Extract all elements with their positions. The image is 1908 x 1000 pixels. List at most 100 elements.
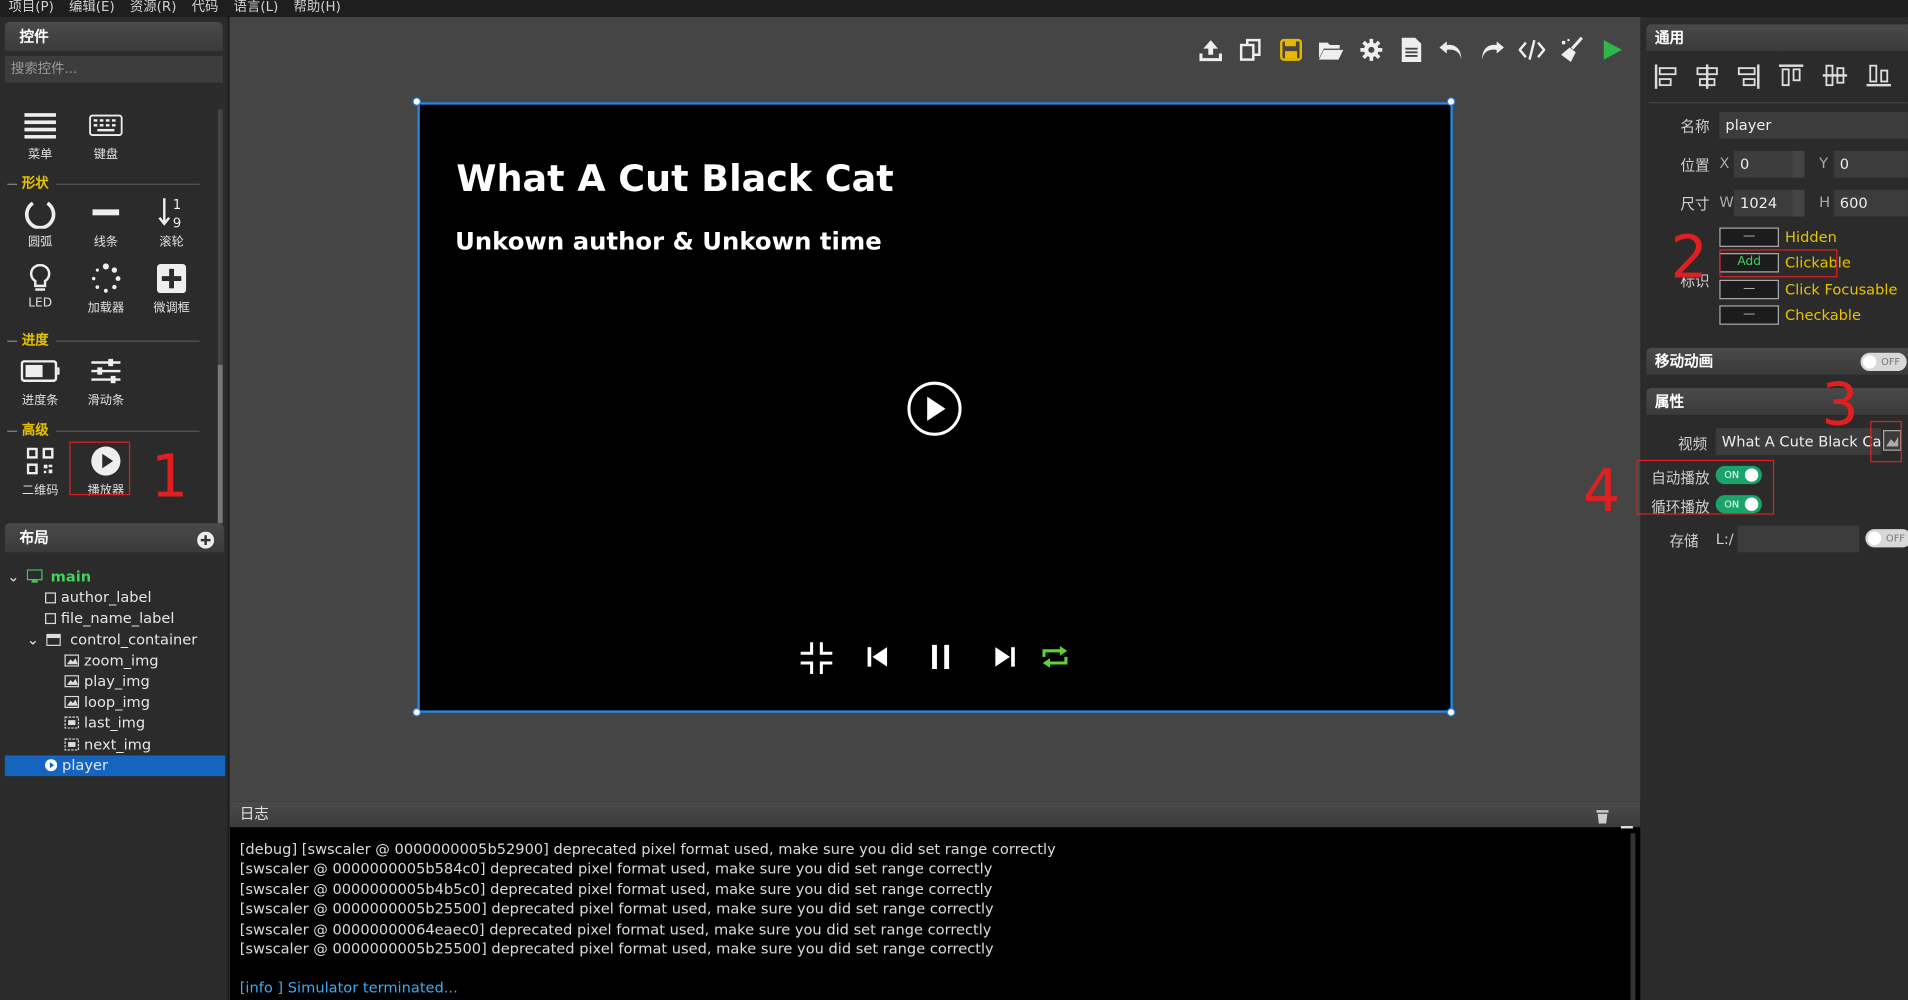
height-input[interactable]: 600 — [1833, 189, 1908, 217]
tree-item-last-img[interactable]: last_img — [5, 713, 225, 734]
widget-slider[interactable]: 滑动条 — [74, 353, 137, 408]
tree-item-author-label[interactable]: author_label — [5, 588, 225, 609]
play-circle-icon[interactable] — [907, 381, 963, 442]
align-top-icon[interactable] — [1778, 63, 1805, 95]
position-label: 位置 — [1680, 156, 1710, 174]
video-label: 视频 — [1677, 435, 1708, 453]
menu-edit[interactable]: 编辑(E) — [69, 0, 115, 15]
slider-icon — [74, 353, 137, 389]
chevron-down-icon[interactable]: ⌄ — [7, 567, 22, 588]
y-input[interactable]: 0 — [1833, 150, 1908, 178]
document-icon[interactable] — [1398, 36, 1425, 63]
widget-panel-scrollbar[interactable] — [217, 109, 223, 524]
resize-handle[interactable] — [412, 97, 422, 106]
widget-spinner[interactable]: 加载器 — [74, 260, 137, 315]
tree-item-main[interactable]: ⌄ main — [5, 567, 225, 588]
widget-menu[interactable]: 菜单 — [9, 107, 72, 162]
widget-label: LED — [28, 296, 53, 311]
clean-icon[interactable] — [1559, 36, 1586, 63]
width-input[interactable]: 1024 — [1733, 189, 1798, 217]
copy-icon[interactable] — [1237, 36, 1264, 63]
previous-icon[interactable] — [866, 646, 888, 673]
zoom-collapse-icon[interactable] — [799, 641, 833, 680]
log-scrollbar[interactable] — [1630, 833, 1636, 1000]
menu-resource[interactable]: 资源(R) — [130, 0, 177, 15]
run-icon[interactable] — [1599, 36, 1626, 63]
widget-roller[interactable]: 19 滚轮 — [140, 195, 203, 250]
menu-language[interactable]: 语言(L) — [234, 0, 279, 15]
player-widget[interactable]: What A Cut Black Cat Unkown author & Unk… — [417, 102, 1453, 713]
widget-arc[interactable]: 圆弧 — [9, 195, 72, 249]
pause-icon[interactable] — [931, 644, 950, 674]
folder-open-icon[interactable] — [1318, 36, 1345, 63]
add-layout-icon[interactable] — [197, 529, 215, 558]
log-panel-header: 日志 — [229, 801, 1641, 829]
align-bottom-icon[interactable] — [1865, 63, 1892, 95]
loop-icon[interactable] — [1040, 642, 1069, 676]
storage-toggle[interactable]: OFF — [1865, 529, 1908, 548]
design-canvas[interactable]: What A Cut Black Cat Unkown author & Unk… — [229, 17, 1641, 802]
flag-click-focusable-button[interactable]: — — [1719, 279, 1779, 300]
name-label: 名称 — [1680, 118, 1710, 136]
y-label: Y — [1819, 154, 1829, 172]
tree-item-player[interactable]: player — [4, 755, 226, 776]
move-animation-toggle[interactable]: OFF — [1860, 352, 1907, 372]
widget-line[interactable]: 线条 — [74, 195, 137, 249]
menu-code[interactable]: 代码 — [192, 0, 219, 15]
name-input[interactable]: player — [1719, 111, 1908, 139]
align-toolbar — [1654, 63, 1892, 95]
qr-code-icon — [9, 443, 72, 479]
align-center-vertical-icon[interactable] — [1822, 63, 1849, 95]
menu-help[interactable]: 帮助(H) — [294, 0, 341, 15]
code-icon[interactable] — [1518, 36, 1546, 63]
gear-icon[interactable] — [1358, 36, 1385, 63]
chevron-down-icon[interactable]: ⌄ — [27, 630, 42, 651]
align-left-icon[interactable] — [1654, 63, 1678, 95]
save-icon[interactable] — [1278, 36, 1305, 63]
annotation-number-1: 1 — [150, 442, 189, 511]
flag-checkable-button[interactable]: — — [1719, 305, 1779, 325]
flag-hidden-button[interactable]: — — [1719, 227, 1779, 247]
annotation-number-4: 4 — [1583, 457, 1621, 526]
redo-icon[interactable] — [1478, 36, 1505, 63]
menu-project[interactable]: 项目(P) — [9, 0, 54, 15]
widget-label: 菜单 — [27, 148, 53, 162]
widget-search-input[interactable]: 搜索控件... — [4, 55, 223, 83]
x-stepper[interactable] — [1792, 150, 1805, 178]
widget-label: 滑动条 — [87, 394, 125, 408]
tree-item-file-name-label[interactable]: file_name_label — [5, 609, 225, 630]
storage-prefix: L:/ — [1715, 530, 1734, 548]
tree-item-label: zoom_img — [83, 651, 159, 669]
width-stepper[interactable] — [1792, 189, 1805, 217]
image-button-icon — [64, 714, 80, 735]
annotation-box-2 — [1719, 249, 1838, 278]
section-progress-title: 进度 — [7, 330, 214, 349]
tree-item-loop-img[interactable]: loop_img — [5, 692, 225, 713]
resize-handle[interactable] — [1446, 708, 1456, 717]
widget-spinbox[interactable]: 微调框 — [140, 260, 203, 315]
next-icon[interactable] — [994, 646, 1016, 673]
x-input[interactable]: 0 — [1733, 150, 1798, 178]
widget-keyboard[interactable]: 键盘 — [74, 107, 137, 162]
widget-progress-bar[interactable]: 进度条 — [9, 353, 72, 408]
w-label: W — [1719, 193, 1734, 211]
tree-item-zoom-img[interactable]: zoom_img — [5, 651, 225, 672]
align-center-horizontal-icon[interactable] — [1695, 63, 1719, 95]
menu-bar: 项目(P) 编辑(E) 资源(R) 代码 语言(L) 帮助(H) — [0, 0, 1908, 18]
upload-icon[interactable] — [1197, 36, 1224, 63]
storage-input[interactable] — [1737, 525, 1860, 553]
container-icon — [46, 631, 61, 652]
resize-handle[interactable] — [1446, 97, 1456, 106]
widget-label: 滚轮 — [159, 236, 184, 250]
tree-item-control-container[interactable]: ⌄ control_container — [5, 630, 225, 651]
undo-icon[interactable] — [1438, 36, 1465, 63]
spinbox-icon — [140, 260, 203, 296]
resize-handle[interactable] — [412, 708, 422, 717]
widget-qr-code[interactable]: 二维码 — [9, 443, 72, 498]
align-right-icon[interactable] — [1736, 63, 1760, 95]
trash-icon[interactable] — [1596, 807, 1609, 833]
size-label: 尺寸 — [1680, 195, 1710, 213]
tree-item-next-img[interactable]: next_img — [5, 734, 225, 755]
widget-led[interactable]: LED — [9, 260, 72, 310]
tree-item-play-img[interactable]: play_img — [5, 671, 225, 692]
